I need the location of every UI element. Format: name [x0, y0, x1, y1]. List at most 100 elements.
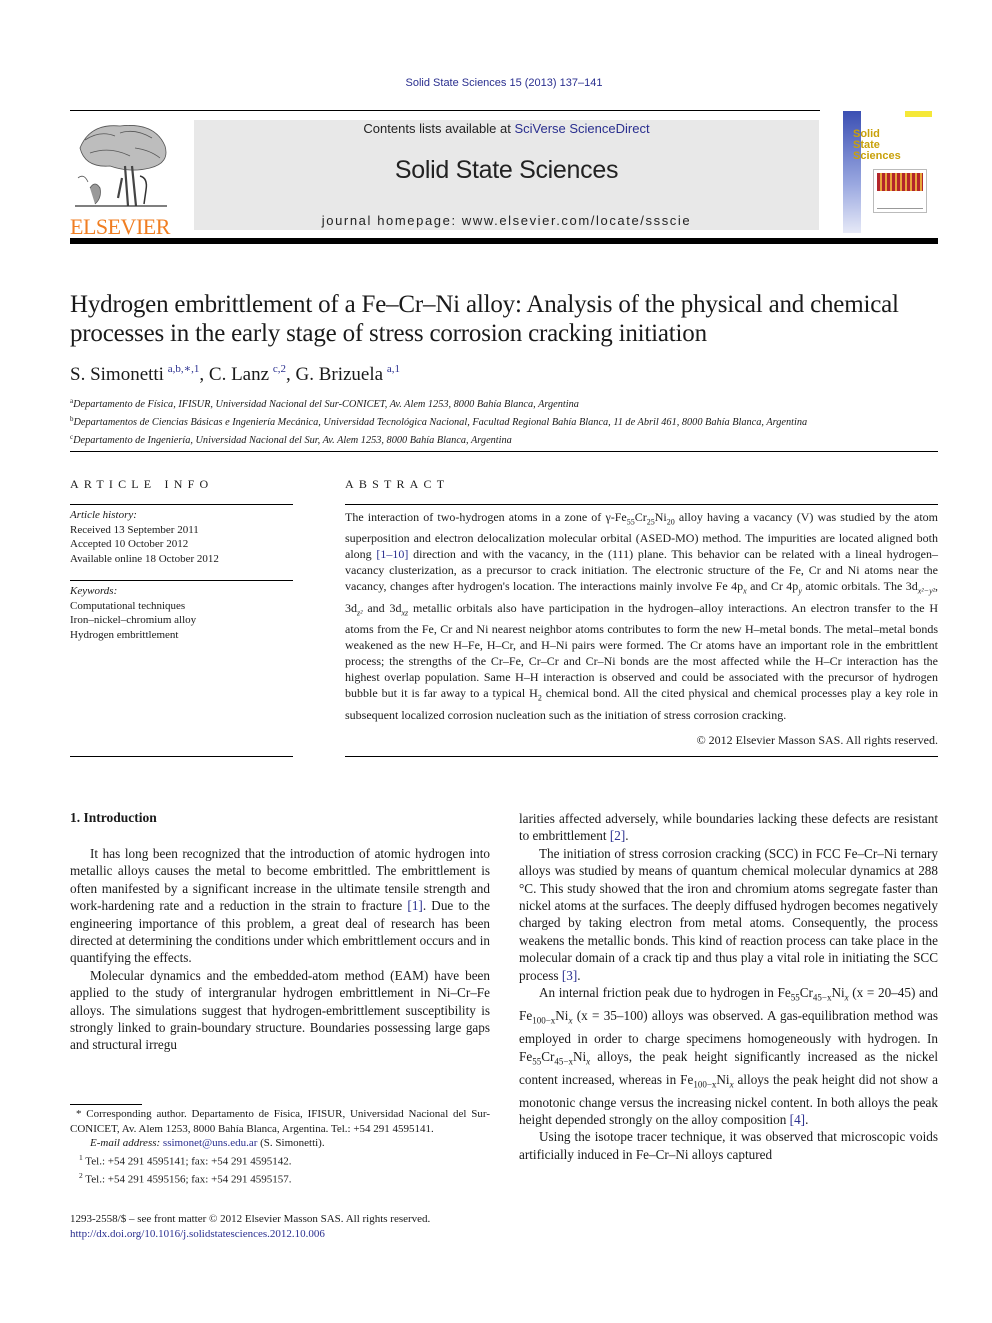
abstract-rule [345, 504, 938, 505]
cover-figure [873, 169, 927, 213]
article-info-heading: ARTICLE INFO [70, 477, 214, 491]
text-span: Ni [555, 1008, 569, 1024]
journal-citation-link[interactable]: Solid State Sciences 15 (2013) 137–141 [0, 77, 992, 89]
text-span: larities affected adversely, while bound… [519, 811, 938, 844]
author-name[interactable]: G. Brizuela [296, 364, 384, 385]
author-separator: , [286, 364, 296, 385]
abstract-span: and 3d [362, 600, 402, 615]
subscript: 25 [646, 517, 655, 527]
author-affiliation-marks[interactable]: a,b,∗,1 [168, 363, 200, 375]
affiliation-text: Departamento de Ingeniería, Universidad … [73, 435, 512, 446]
header-thick-rule [70, 238, 938, 244]
footnote-text: Tel.: +54 291 4595156; fax: +54 291 4595… [82, 1173, 292, 1186]
reference-link[interactable]: [2] [610, 828, 625, 843]
affiliation-item: aDepartamento de Física, IFISUR, Univers… [70, 394, 807, 412]
author-affiliation-marks[interactable]: c,2 [273, 363, 286, 375]
issn-block: 1293-2558/$ – see front matter © 2012 El… [70, 1212, 510, 1242]
homepage-url-link[interactable]: www.elsevier.com/locate/ssscie [462, 213, 691, 228]
body-paragraph: An internal friction peak due to hydroge… [519, 984, 938, 1128]
text-span: Ni [831, 985, 845, 1001]
elsevier-wordmark: ELSEVIER [70, 214, 170, 239]
article-info-rule [70, 580, 293, 581]
email-link[interactable]: ssimonet@uns.edu.ar [163, 1137, 257, 1149]
cover-title: Solid State Sciences [853, 129, 901, 162]
elsevier-logo[interactable]: ELSEVIER [70, 118, 172, 238]
body-paragraph: Using the isotope tracer technique, it w… [519, 1129, 938, 1162]
abstract-span: and Cr 4p [746, 579, 799, 594]
article-history: Article history: Received 13 September 2… [70, 508, 293, 566]
abstract-span: The interaction of two-hydrogen atoms in… [345, 510, 627, 524]
journal-title: Solid State Sciences [394, 156, 619, 184]
affiliation-rule [70, 451, 938, 452]
author-affiliation-marks[interactable]: a,1 [387, 363, 400, 375]
body-paragraph: larities affected adversely, while bound… [519, 810, 938, 845]
issn-line: 1293-2558/$ – see front matter © 2012 El… [70, 1213, 431, 1225]
author-name[interactable]: S. Simonetti [70, 364, 164, 385]
author-list: S. Simonetti a,b,∗,1, C. Lanz c,2, G. Br… [70, 362, 400, 386]
reference-link[interactable]: [1–10] [376, 547, 408, 561]
affiliation-item: bDepartamentos de Ciencias Básicas e Ing… [70, 412, 807, 430]
elsevier-tree-icon [70, 118, 172, 210]
keywords-label: Keywords: [70, 585, 118, 597]
section-heading-introduction: 1. Introduction [70, 810, 157, 825]
contents-prefix: Contents lists available at [363, 121, 515, 136]
email-note: E-mail address: ssimonet@uns.edu.ar (S. … [70, 1136, 490, 1151]
footnote-rule [70, 1104, 142, 1105]
article-title: Hydrogen embrittlement of a Fe–Cr–Ni all… [70, 291, 899, 347]
subscript: 55 [790, 992, 800, 1003]
text-span: . [577, 967, 581, 983]
body-paragraph: The initiation of stress corrosion crack… [519, 845, 938, 984]
email-suffix: (S. Simonetti). [257, 1137, 325, 1149]
keyword-item: Hydrogen embrittlement [70, 628, 179, 641]
contents-line: Contents lists available at SciVerse Sci… [194, 121, 819, 136]
text-span: . [625, 828, 629, 844]
body-paragraph: Molecular dynamics and the embedded-atom… [70, 967, 490, 1053]
subscript: 20 [666, 517, 675, 527]
abstract-span: Ni [654, 510, 667, 524]
footnote-2: 2 Tel.: +54 291 4595156; fax: +54 291 45… [70, 1169, 490, 1187]
cover-title-line: Sciences [853, 150, 901, 162]
journal-homepage: journal homepage: www.elsevier.com/locat… [194, 213, 819, 228]
journal-cover-thumbnail[interactable]: Solid State Sciences [843, 111, 938, 233]
text-span: Ni [572, 1048, 587, 1064]
affiliation-text: Departamento de Física, IFISUR, Universi… [73, 399, 579, 410]
homepage-prefix: journal homepage: [321, 213, 462, 228]
abstract-span: Cr [634, 510, 647, 524]
text-span: The initiation of stress corrosion crack… [519, 845, 938, 983]
subscript: x²−y² [917, 586, 936, 596]
cover-plot-image [877, 194, 923, 209]
reference-link[interactable]: [4] [790, 1112, 805, 1127]
text-span: Cr [541, 1048, 555, 1064]
reference-link[interactable]: [3] [562, 968, 577, 983]
article-info-rule [70, 504, 293, 505]
email-label: E-mail address: [90, 1137, 163, 1149]
footnote-1: 1 Tel.: +54 291 4595141; fax: +54 291 45… [70, 1151, 490, 1169]
affiliations: aDepartamento de Física, IFISUR, Univers… [70, 394, 807, 448]
abstract-rule [345, 756, 938, 757]
keyword-item: Iron–nickel–chromium alloy [70, 614, 197, 626]
history-item: Available online 18 October 2012 [70, 552, 219, 565]
corresponding-author-note: * Corresponding author. Departamento de … [70, 1108, 490, 1135]
cover-sticker [905, 111, 932, 117]
keywords: Keywords: Computational techniques Iron–… [70, 584, 293, 642]
reference-link[interactable]: [1] [407, 898, 422, 913]
history-label: Article history: [70, 509, 137, 521]
author-separator: , [199, 364, 209, 385]
article-info-rule [70, 756, 293, 757]
subscript: 55 [532, 1056, 542, 1067]
sciencedirect-link[interactable]: SciVerse ScienceDirect [514, 121, 649, 136]
body-column-right: larities affected adversely, while bound… [519, 810, 938, 1163]
keyword-item: Computational techniques [70, 599, 186, 612]
doi-link[interactable]: http://dx.doi.org/10.1016/j.solidstatesc… [70, 1227, 510, 1242]
text-span: An internal friction peak due to hydroge… [539, 985, 791, 1001]
affiliation-text: Departamentos de Ciencias Básicas e Inge… [73, 417, 808, 428]
subscript: 45−x [554, 1056, 573, 1067]
author-name[interactable]: C. Lanz [209, 364, 269, 385]
text-span: Cr [799, 985, 813, 1001]
body-paragraph: It has long been recognized that the int… [70, 845, 490, 967]
subscript: 45−x [812, 992, 832, 1003]
header-rule [70, 110, 820, 111]
abstract-copyright: © 2012 Elsevier Masson SAS. All rights r… [696, 733, 938, 747]
history-item: Accepted 10 October 2012 [70, 538, 189, 550]
subscript: 100−x [693, 1079, 717, 1090]
